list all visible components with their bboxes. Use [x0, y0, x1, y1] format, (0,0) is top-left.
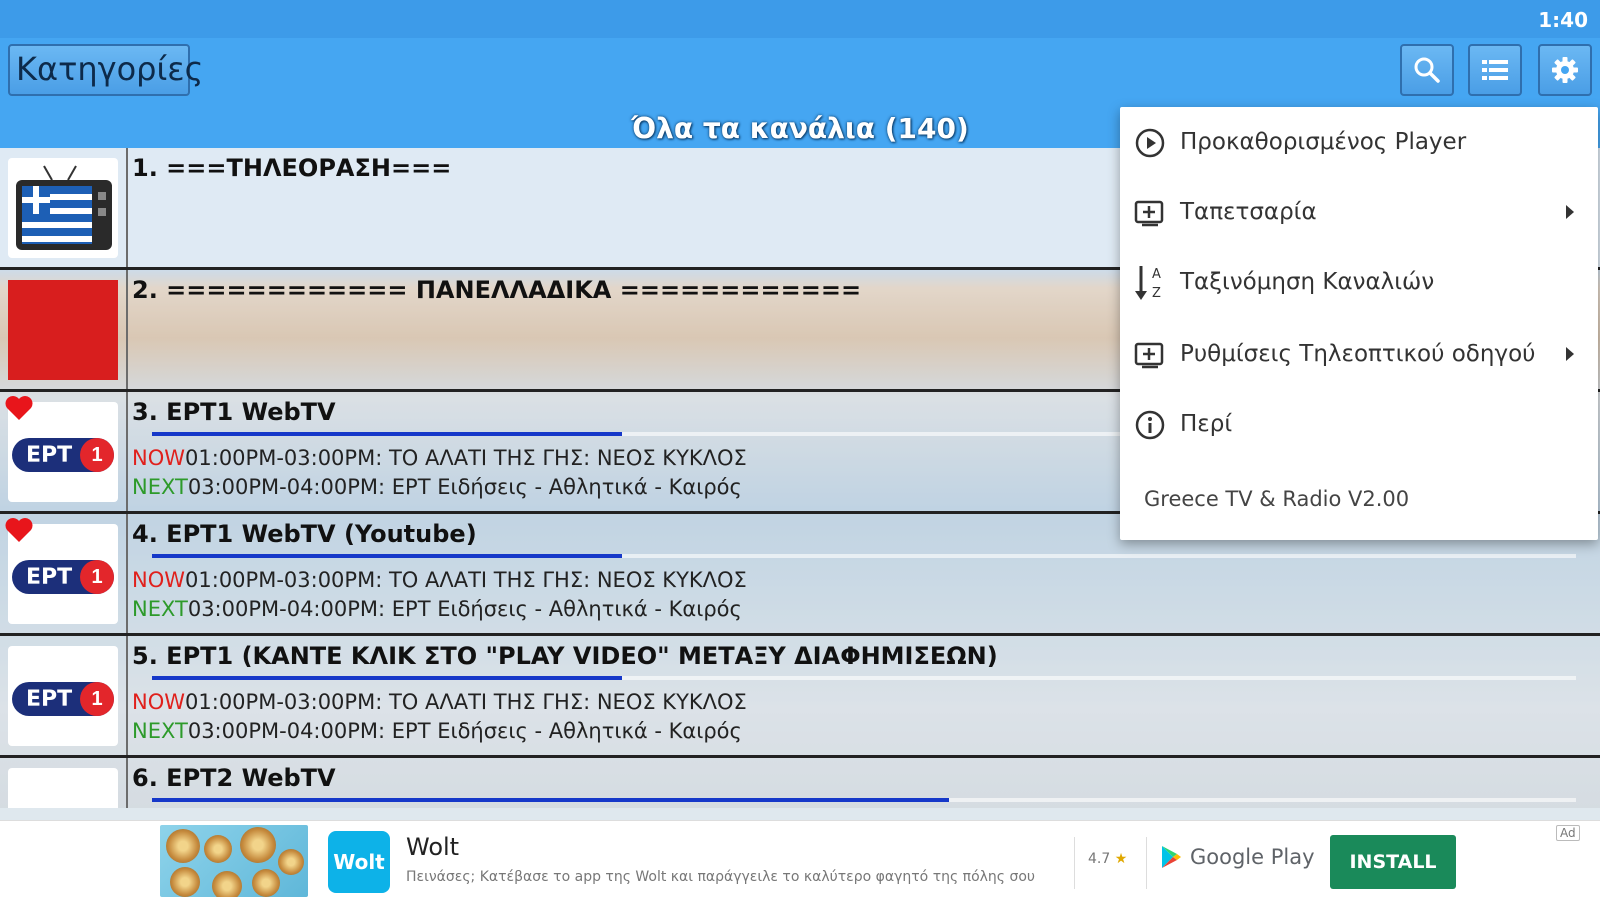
channel-name: 3. ΕΡΤ1 WebTV	[132, 398, 336, 426]
program-progress-bar	[152, 554, 622, 558]
menu-item-about[interactable]: Περί	[1120, 389, 1598, 461]
view-list-button[interactable]	[1468, 44, 1522, 96]
channel-name: 2. ============ ΠΑΝΕΛΛΑΔΙΚΑ ============	[132, 276, 862, 304]
info-icon	[1132, 407, 1168, 443]
epg-next: NEXT03:00PM-04:00PM: ΕΡΤ Ειδήσεις - Αθλη…	[132, 475, 742, 499]
ad-banner[interactable]: Wolt Wolt Πεινάσες; Κατέβασε το app της …	[0, 820, 1600, 901]
ad-food-image[interactable]	[160, 825, 308, 897]
google-play-store[interactable]: Google Play	[1160, 845, 1315, 869]
channel-name: 6. ΕΡΤ2 WebTV	[132, 764, 336, 792]
favorite-heart-icon[interactable]	[4, 516, 34, 544]
play-circle-icon	[1132, 125, 1168, 161]
menu-item-default-player[interactable]: Προκαθορισμένος Player	[1120, 107, 1598, 179]
ad-app-logo[interactable]: Wolt	[328, 831, 390, 893]
ad-description: Πεινάσες; Κατέβασε το app της Wolt και π…	[406, 869, 1036, 885]
app-version: Greece TV & Radio V2.00	[1144, 487, 1410, 511]
channel-row[interactable]: 6. ΕΡΤ2 WebTV	[0, 758, 1600, 808]
program-progress-bar	[152, 432, 622, 436]
gear-icon	[1552, 57, 1578, 83]
submenu-arrow-icon	[1566, 347, 1574, 361]
epg-now: NOW01:00PM-03:00PM: ΤΟ ΑΛΑΤΙ ΤΗΣ ΓΗΣ: ΝΕ…	[132, 568, 747, 592]
star-icon: ★	[1114, 851, 1128, 867]
ert1-logo: ΕΡΤ 1	[12, 438, 114, 472]
svg-text:Z: Z	[1152, 286, 1161, 301]
menu-item-wallpaper[interactable]: Ταπετσαρία	[1120, 177, 1598, 249]
epg-now: NOW01:00PM-03:00PM: ΤΟ ΑΛΑΤΙ ΤΗΣ ΓΗΣ: ΝΕ…	[132, 690, 747, 714]
channel-logo-tv	[8, 158, 118, 258]
install-button[interactable]: INSTALL	[1330, 835, 1456, 889]
channel-name: 5. ΕΡΤ1 (ΚΑΝΤΕ ΚΛΙΚ ΣΤΟ "PLAY VIDEO" ΜΕΤ…	[132, 642, 998, 670]
channel-name: 4. ΕΡΤ1 WebTV (Youtube)	[132, 520, 477, 548]
submenu-arrow-icon	[1566, 205, 1574, 219]
svg-text:A: A	[1152, 267, 1161, 282]
program-progress-bar	[152, 798, 949, 802]
greek-tv-icon	[16, 165, 112, 250]
channel-logo-ert2	[8, 768, 118, 808]
channel-logo-ert1: ΕΡΤ 1	[8, 646, 118, 746]
settings-button[interactable]	[1538, 44, 1592, 96]
list-icon	[1482, 60, 1508, 80]
status-bar: 1:40	[0, 0, 1600, 38]
ert1-logo: ΕΡΤ 1	[12, 560, 114, 594]
search-icon	[1414, 57, 1440, 83]
menu-item-tv-guide-settings[interactable]: Ρυθμίσεις Τηλεοπτικού οδηγού	[1120, 319, 1598, 391]
wallpaper-icon	[1132, 195, 1168, 231]
sort-az-icon: AZ	[1132, 265, 1168, 301]
ad-rating: 4.7 ★	[1088, 851, 1128, 867]
tv-guide-icon	[1132, 337, 1168, 373]
status-time: 1:40	[1538, 8, 1588, 32]
google-play-icon	[1162, 846, 1181, 868]
search-button[interactable]	[1400, 44, 1454, 96]
settings-menu: Προκαθορισμένος Player Ταπετσαρία AZ Ταξ…	[1120, 107, 1598, 540]
channel-row[interactable]: ΕΡΤ 1 5. ΕΡΤ1 (ΚΑΝΤΕ ΚΛΙΚ ΣΤΟ "PLAY VIDE…	[0, 636, 1600, 758]
epg-next: NEXT03:00PM-04:00PM: ΕΡΤ Ειδήσεις - Αθλη…	[132, 719, 742, 743]
categories-button[interactable]: Κατηγορίες	[8, 44, 203, 96]
ad-choices-badge[interactable]: Ad	[1556, 825, 1580, 841]
epg-now: NOW01:00PM-03:00PM: ΤΟ ΑΛΑΤΙ ΤΗΣ ΓΗΣ: ΝΕ…	[132, 446, 747, 470]
channel-name: 1. ===ΤΗΛΕΟΡΑΣΗ===	[132, 154, 452, 182]
program-progress-bar	[152, 676, 622, 680]
menu-item-sort-channels[interactable]: AZ Ταξινόμηση Καναλιών	[1120, 247, 1598, 319]
favorite-heart-icon[interactable]	[4, 394, 34, 422]
ad-app-name[interactable]: Wolt	[406, 833, 459, 861]
ert1-logo: ΕΡΤ 1	[12, 682, 114, 716]
channel-logo-red	[8, 280, 118, 380]
epg-next: NEXT03:00PM-04:00PM: ΕΡΤ Ειδήσεις - Αθλη…	[132, 597, 742, 621]
